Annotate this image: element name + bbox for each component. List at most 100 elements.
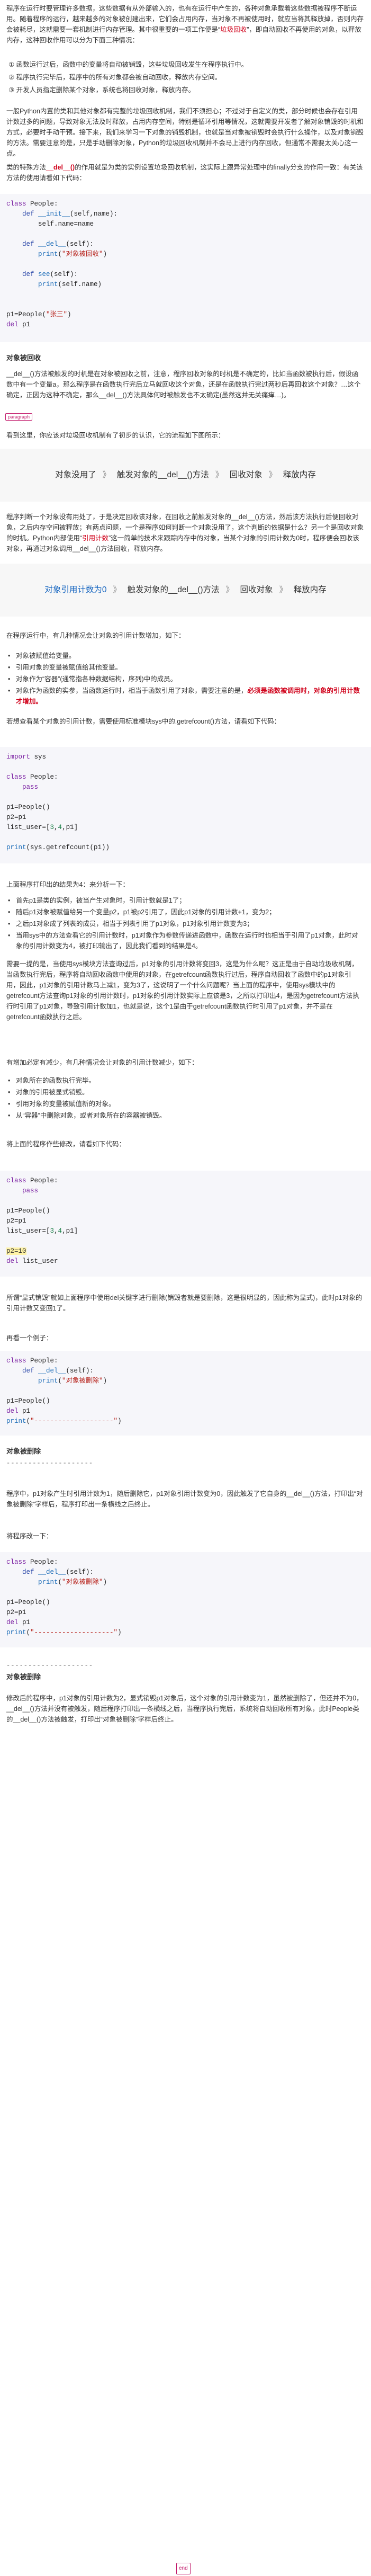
code-token: ) <box>103 1377 107 1385</box>
case-item: ③ 开发人员指定删除某个对象，系统也将回收对象，释放内存。 <box>8 86 195 94</box>
refcount-increase-list: 对象被赋值给变量。 引用对象的变量被赋值给其他变量。 对象作为“容器”(通常指各… <box>6 650 364 708</box>
code-token: p1=People() <box>6 804 50 811</box>
code-token: import <box>6 753 34 761</box>
code-token: list_user <box>22 1258 58 1265</box>
code-line: print("对象被回收") <box>6 249 365 260</box>
code-line: class People: <box>6 772 365 782</box>
code-token: ,p1] <box>62 824 78 831</box>
code-token: p1 <box>22 1619 31 1626</box>
list-item: 当用sys中的方法查看它的引用计数时，p1对象作为参数传递进函数中，函数在运行时… <box>6 930 364 951</box>
code-line: def __del__(self): <box>6 239 365 249</box>
intro-paragraph: 程序在运行时要管理许多数据，这些数据有从外部输入的，也有在运行中产生的，各种对象… <box>6 5 364 44</box>
paragraph-10: 需要一提的是，当使用sys模块方法查询过后，p1对象的引用计数将变回3，这是为什… <box>6 960 359 1021</box>
code-line: p1=People() <box>6 1206 365 1216</box>
code-line: print("对象被删除") <box>6 1376 365 1386</box>
case-item: ② 程序执行完毕后，程序中的所有对象都会被自动回收，释放内存空间。 <box>8 74 222 81</box>
code-token: (self,name): <box>70 210 118 218</box>
end-marker: end <box>176 2563 191 2574</box>
code-token: 4 <box>58 1227 62 1235</box>
code-line: list_user=[3,4,p1] <box>6 823 365 833</box>
code-token: __init__ <box>38 210 70 218</box>
list-item: 对象作为“容器”(通常指各种数据结构，序列)中的成员。 <box>6 674 364 684</box>
code-token: print <box>6 1418 26 1425</box>
flow-step: 回收对象 <box>229 470 263 479</box>
result-3b: 对象被删除 <box>6 1673 41 1681</box>
code-token: list_user=[ <box>6 1227 50 1235</box>
code-line: class People: <box>6 1356 365 1366</box>
code-token: print <box>38 251 58 258</box>
highlighted-text: 引用计数 <box>82 534 109 542</box>
paragraph-14: 再看一个例子： <box>6 1334 53 1342</box>
highlighted-text: __del__() <box>46 164 75 171</box>
code-block-3: class People: pass p1=People() p2=p1 list_… <box>0 1171 371 1277</box>
paragraph-17: 修改后的程序中，p1对象的引用计数为2，显式销毁p1对象后，这个对象的引用计数变… <box>6 1695 363 1723</box>
code-token: print <box>38 1579 58 1586</box>
list-item: 对象所在的函数执行完毕。 <box>6 1075 364 1086</box>
result-2b: -------------------- <box>6 1459 94 1467</box>
flow-step: 释放内存 <box>283 470 316 479</box>
code-token: People: <box>30 1357 58 1365</box>
code-block-4: class People: def __del__(self): print("… <box>0 1351 371 1436</box>
code-token: (self): <box>66 1568 94 1576</box>
case-item: ① 函数运行过后，函数中的变量将自动被销毁，这些垃圾回收发生在程序执行中。 <box>8 61 248 68</box>
paragraph-11: 有增加必定有减少，有几种情况会让对象的引用计数减少，如下： <box>6 1059 198 1066</box>
code-token: "对象被回收" <box>62 251 103 258</box>
result-1: 对象被回收 <box>6 354 41 362</box>
highlighted-text: 垃圾回收 <box>220 26 247 33</box>
code-block-2: import sys class People: pass p1=People(… <box>0 747 371 863</box>
code-line: import sys <box>6 752 365 762</box>
list-item: 首先p1是类的实例，被当产生对象时，引用计数就是1了； <box>6 895 364 906</box>
code-token: del <box>6 1258 23 1265</box>
code-token: , <box>54 824 58 831</box>
chevron-right-icon: 》 <box>102 470 111 479</box>
code-token: "对象被删除" <box>62 1579 103 1586</box>
result-3a: -------------------- <box>6 1662 94 1669</box>
list-item: 对象被赋值给变量。 <box>6 650 364 661</box>
code-token: pass <box>22 1187 39 1195</box>
code-line: def __init__(self,name): <box>6 209 365 219</box>
code-line: class People: <box>6 199 365 209</box>
code-line: pass <box>6 1186 365 1196</box>
code-token: p2=p1 <box>6 814 26 821</box>
chevron-right-icon: 》 <box>225 585 234 594</box>
code-token: (self): <box>50 271 78 278</box>
paragraph-12: 将上面的程序作些修改，请看如下代码： <box>6 1140 126 1148</box>
code-line: p2=p1 <box>6 1608 365 1618</box>
code-line: def see(self): <box>6 270 365 280</box>
code-token: del <box>6 1619 23 1626</box>
code-token: def <box>22 271 39 278</box>
list-item: 引用对象的变量被赋值给其他变量。 <box>6 662 364 673</box>
code-line: del list_user <box>6 1256 365 1267</box>
list-item: 对象的引用被显式销毁。 <box>6 1087 364 1098</box>
code-token: p1=People() <box>6 1599 50 1606</box>
flow-step: 触发对象的__del__()方法 <box>116 470 209 479</box>
code-token: People: <box>30 200 58 208</box>
chevron-right-icon: 》 <box>113 585 121 594</box>
code-token: print <box>38 1377 58 1385</box>
code-token: list_user=[ <box>6 824 50 831</box>
flow-diagram-2: 对象引用计数为0 》 触发对象的__del__()方法 》 回收对象 》 释放内… <box>0 564 371 617</box>
list-item: 对象作为函数的实参，当函数运行时，相当于函数引用了对象，需要注意的是，必须是函数… <box>6 685 364 707</box>
code-token: ( <box>26 1418 31 1425</box>
code-token: p1=People() <box>6 1397 50 1405</box>
paragraph-8: 若想查看某个对象的引用计数，需要使用标准模块sys中的.getrefcount(… <box>6 718 281 725</box>
paragraph-2: 一般Python内置的类和其他对象都有完整的垃圾回收机制，我们不须担心；不过对于… <box>6 108 364 157</box>
code-line: self.name=name <box>6 219 365 229</box>
code-token: People: <box>30 1558 58 1566</box>
paragraph-15: 程序中，p1对象产生时引用计数为1，随后删除它，p1对象引用计数变为0，因此触发… <box>6 1490 363 1508</box>
code-token: print <box>38 281 58 288</box>
code-token: ( <box>58 1579 62 1586</box>
code-token: People: <box>30 773 58 781</box>
